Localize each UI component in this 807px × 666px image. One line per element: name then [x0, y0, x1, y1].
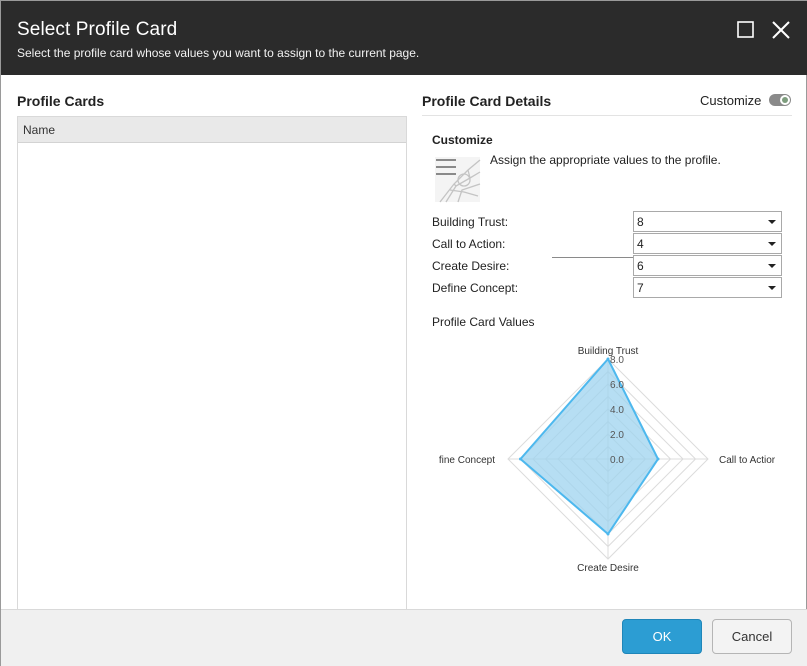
radar-tick-label: 6.0 — [610, 380, 624, 391]
radar-tick-label: 2.0 — [610, 430, 624, 441]
define-concept-value: 7 — [637, 281, 644, 295]
profile-cards-title: Profile Cards — [17, 93, 105, 109]
dialog-footer: OK Cancel — [1, 609, 807, 666]
building-trust-label: Building Trust: — [432, 215, 509, 229]
close-button[interactable] — [770, 19, 792, 41]
define-concept-label: Define Concept: — [432, 281, 519, 295]
close-icon — [772, 21, 790, 39]
building-trust-value: 8 — [637, 215, 644, 229]
profile-cards-grid[interactable]: Name — [17, 116, 407, 610]
call-to-action-label: Call to Action: — [432, 237, 506, 251]
radar-data-point — [606, 357, 610, 361]
dialog-subtitle: Select the profile card whose values you… — [17, 46, 420, 60]
cancel-button[interactable]: Cancel — [712, 619, 792, 654]
radar-chart: 0.02.04.06.08.0Building TrustCall to Act… — [439, 346, 776, 574]
define-concept-select[interactable]: 7 — [633, 277, 782, 298]
create-desire-select[interactable]: 6 — [633, 255, 782, 276]
radar-data-point — [519, 457, 522, 461]
customize-toggle[interactable] — [769, 94, 791, 106]
select-profile-card-dialog: Select Profile Card Select the profile c… — [0, 0, 807, 666]
profile-card-details-title: Profile Card Details — [422, 93, 552, 109]
radar-tick-label: 0.0 — [610, 455, 624, 466]
profile-card-values-title: Profile Card Values — [432, 315, 535, 329]
ok-button[interactable]: OK — [622, 619, 702, 654]
toggle-knob — [780, 95, 790, 105]
radar-axis-label: Create Desire — [577, 563, 639, 574]
radar-axis-label: fine Concept — [439, 455, 495, 466]
dropdown-arrow-icon — [768, 286, 776, 290]
maximize-icon — [737, 21, 754, 38]
radar-axis-label: Call to Actior — [719, 455, 776, 466]
create-desire-label: Create Desire: — [432, 259, 510, 273]
call-to-action-select[interactable]: 4 — [633, 233, 782, 254]
radar-tick-label: 4.0 — [610, 405, 624, 416]
dropdown-arrow-icon — [768, 242, 776, 246]
radar-series-area — [519, 357, 660, 536]
customize-section-title: Customize — [432, 133, 493, 147]
customize-toggle-label: Customize — [700, 93, 762, 108]
profile-image-icon — [434, 156, 481, 203]
maximize-button[interactable] — [735, 19, 757, 41]
grid-column-header-name[interactable]: Name — [18, 117, 406, 143]
radar-data-point — [656, 457, 660, 461]
assign-values-text: Assign the appropriate values to the pro… — [490, 153, 721, 167]
radar-data-point — [606, 532, 610, 536]
radar-axis-label: Building Trust — [578, 346, 639, 357]
dialog-titlebar: Select Profile Card Select the profile c… — [1, 1, 807, 75]
dialog-title: Select Profile Card — [17, 19, 178, 40]
dropdown-arrow-icon — [768, 264, 776, 268]
call-to-action-value: 4 — [637, 237, 644, 251]
building-trust-select[interactable]: 8 — [633, 211, 782, 232]
create-desire-value: 6 — [637, 259, 644, 273]
divider-line — [552, 257, 633, 258]
dropdown-arrow-icon — [768, 220, 776, 224]
details-divider — [422, 115, 792, 116]
